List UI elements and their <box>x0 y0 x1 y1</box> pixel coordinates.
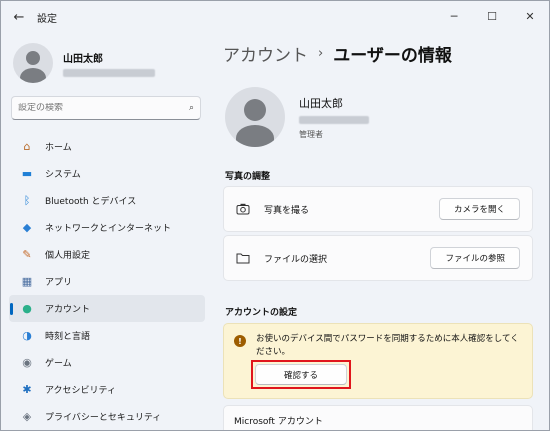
wifi-icon: ◆ <box>22 221 32 234</box>
minimize-button[interactable]: ─ <box>435 1 473 31</box>
profile-name: 山田太郎 <box>299 96 343 110</box>
take-photo-label: 写真を撮る <box>264 205 310 216</box>
sidebar-item-system[interactable]: ▬ システム <box>9 160 205 187</box>
window-controls: ─ ☐ ✕ <box>435 1 549 31</box>
microsoft-account-card[interactable]: Microsoft アカウント <box>223 405 533 430</box>
sidebar-item-label: 個人用設定 <box>45 251 91 261</box>
profile-role: 管理者 <box>299 129 323 139</box>
choose-file-label: ファイルの選択 <box>264 254 328 265</box>
search-input[interactable] <box>18 103 189 113</box>
sidebar-item-label: ゲーム <box>45 359 72 369</box>
sidebar-item-bluetooth[interactable]: ᛒ Bluetooth とデバイス <box>9 187 205 214</box>
sidebar-item-label: アクセシビリティ <box>45 386 117 396</box>
warning-icon: ! <box>234 335 246 347</box>
maximize-button[interactable]: ☐ <box>473 1 511 31</box>
close-button[interactable]: ✕ <box>511 1 549 31</box>
profile-email-redacted <box>299 115 369 124</box>
main-content: アカウント › ユーザーの情報 山田太郎 管理者 写真の調整 写真を撮る カメラ… <box>209 33 549 430</box>
photo-section-title: 写真の調整 <box>225 172 271 182</box>
user-email-redacted <box>63 68 155 77</box>
sidebar-item-label: 時刻と言語 <box>45 332 91 342</box>
user-name: 山田太郎 <box>63 53 103 65</box>
accessibility-icon: ✱ <box>22 383 32 396</box>
sidebar: 山田太郎 ⌕ ⌂ ホーム ▬ システム ᛒ Bluetooth とデバイス ◆ ネットワークと… <box>1 33 209 430</box>
page-title: ユーザーの情報 <box>333 46 452 66</box>
sidebar-item-time-language[interactable]: ◑ 時刻と言語 <box>9 322 205 349</box>
sidebar-item-shield[interactable]: ◈ プライバシーとセキュリティ <box>9 403 205 430</box>
search-box[interactable]: ⌕ <box>11 96 201 120</box>
system-icon: ▬ <box>21 167 33 180</box>
sidebar-item-accessibility[interactable]: ✱ アクセシビリティ <box>9 376 205 403</box>
gaming-icon: ◉ <box>22 356 32 369</box>
choose-file-card: ファイルの選択 ファイルの参照 <box>223 235 533 281</box>
breadcrumb-parent[interactable]: アカウント <box>223 41 308 66</box>
time-language-icon: ◑ <box>22 329 32 342</box>
sidebar-item-apps[interactable]: ▦ アプリ <box>9 268 205 295</box>
personalization-icon: ✎ <box>22 248 32 261</box>
account-icon: ● <box>22 302 32 315</box>
verify-identity-banner: ! お使いのデバイス間でパスワードを同期するために本人確認をしてください。 確認… <box>223 323 533 399</box>
home-icon: ⌂ <box>23 140 31 153</box>
sidebar-nav: ⌂ ホーム ▬ システム ᛒ Bluetooth とデバイス ◆ ネットワークとインターネット… <box>9 133 205 430</box>
sidebar-item-label: アプリ <box>45 278 73 288</box>
profile-avatar <box>225 87 285 147</box>
apps-icon: ▦ <box>21 275 33 288</box>
breadcrumb-separator-icon: › <box>318 46 324 61</box>
camera-icon <box>236 203 254 215</box>
profile-header: 山田太郎 管理者 <box>225 87 369 147</box>
take-photo-card: 写真を撮る カメラを開く <box>223 186 533 232</box>
sidebar-item-gaming[interactable]: ◉ ゲーム <box>9 349 205 376</box>
user-card[interactable]: 山田太郎 <box>13 43 155 83</box>
avatar <box>13 43 53 83</box>
sidebar-item-label: ネットワークとインターネット <box>45 224 172 234</box>
sidebar-item-account[interactable]: ● アカウント <box>9 295 205 322</box>
account-settings-title: アカウントの設定 <box>225 308 298 318</box>
sidebar-item-label: Bluetooth とデバイス <box>45 197 137 207</box>
settings-window: ← 設定 ─ ☐ ✕ 山田太郎 ⌕ ⌂ ホーム ▬ システム ᛒ Bluetooth とデ… <box>0 0 550 431</box>
back-arrow-icon[interactable]: ← <box>5 3 33 31</box>
browse-files-button[interactable]: ファイルの参照 <box>430 247 520 269</box>
sidebar-item-wifi[interactable]: ◆ ネットワークとインターネット <box>9 214 205 241</box>
search-icon[interactable]: ⌕ <box>189 103 194 113</box>
breadcrumb: アカウント › ユーザーの情報 <box>223 41 452 66</box>
app-title: 設定 <box>37 13 57 25</box>
warning-text: お使いのデバイス間でパスワードを同期するために本人確認をしてください。 <box>256 334 519 357</box>
title-bar: ← 設定 ─ ☐ ✕ <box>1 1 549 33</box>
sidebar-item-label: システム <box>45 170 81 180</box>
sidebar-item-label: アカウント <box>45 305 91 315</box>
open-camera-button[interactable]: カメラを開く <box>438 198 520 220</box>
verify-button-highlight: 確認する <box>251 360 351 389</box>
folder-icon <box>236 252 254 264</box>
shield-icon: ◈ <box>22 410 32 423</box>
verify-button[interactable]: 確認する <box>255 364 347 385</box>
sidebar-item-personalization[interactable]: ✎ 個人用設定 <box>9 241 205 268</box>
sidebar-item-label: ホーム <box>45 143 72 153</box>
sidebar-item-label: プライバシーとセキュリティ <box>45 413 162 423</box>
bluetooth-icon: ᛒ <box>23 194 31 207</box>
sidebar-item-home[interactable]: ⌂ ホーム <box>9 133 205 160</box>
microsoft-account-title: Microsoft アカウント <box>234 417 323 427</box>
